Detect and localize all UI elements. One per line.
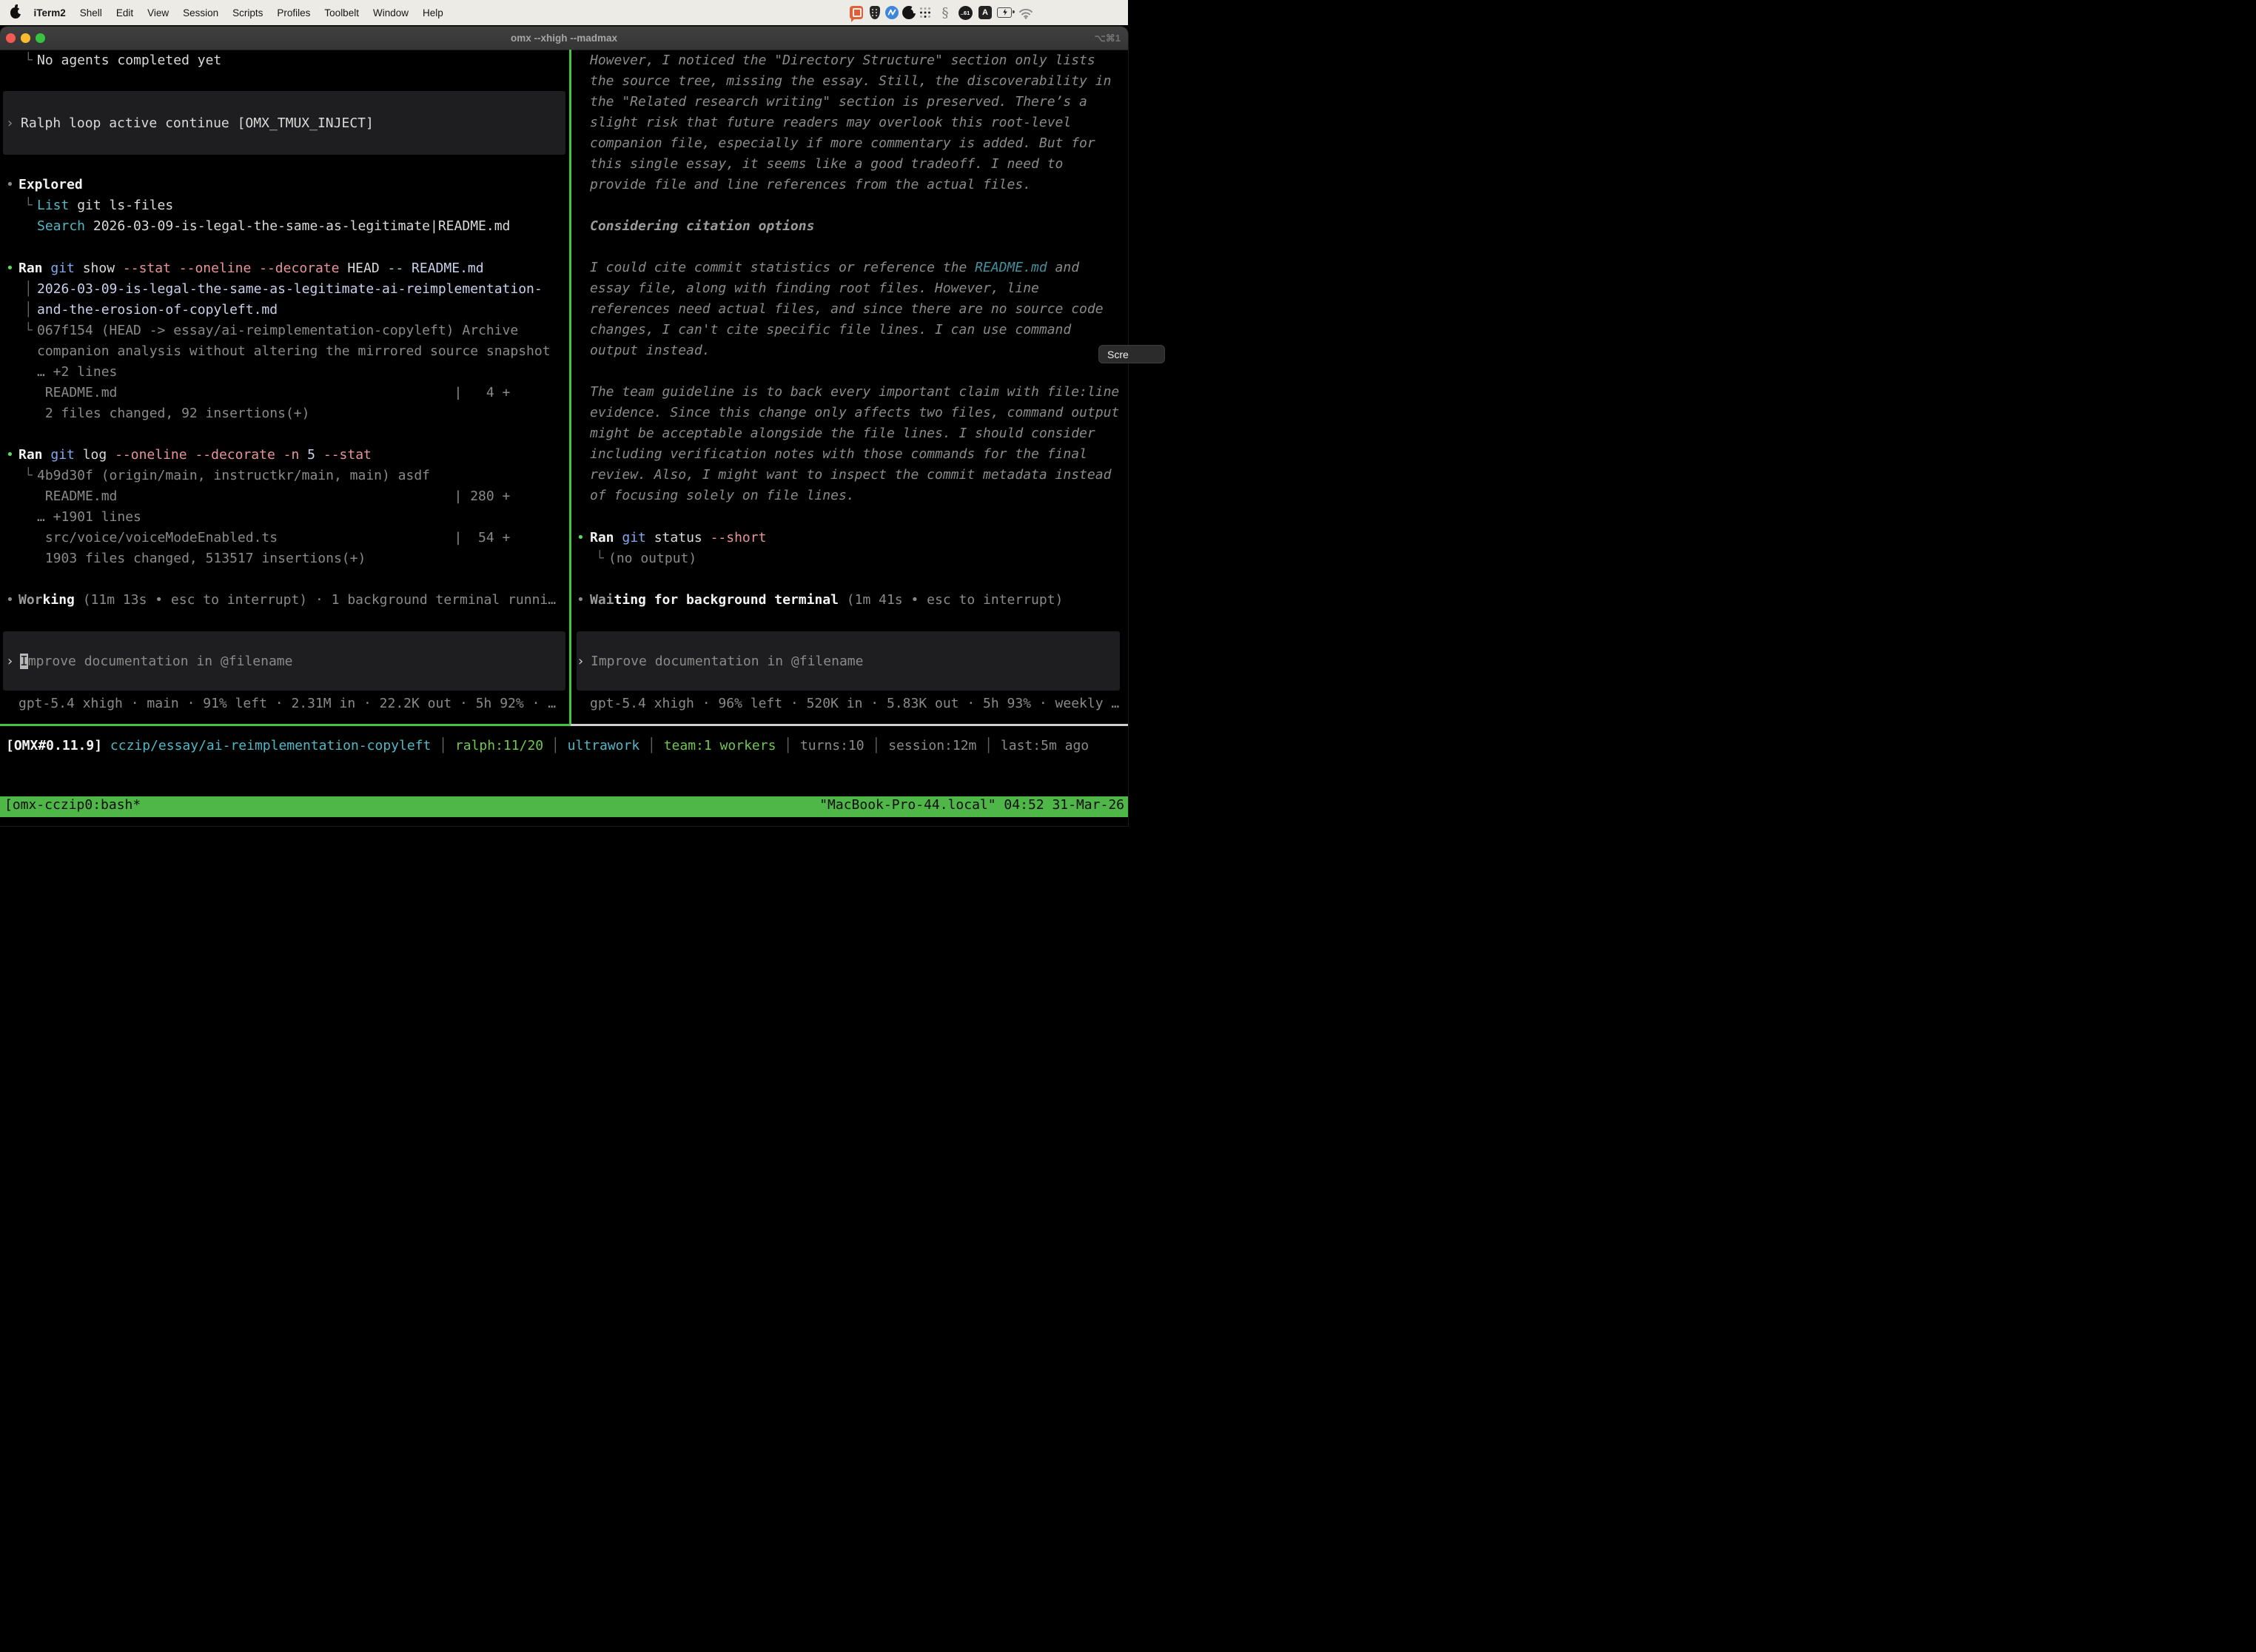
- apple-menu-icon[interactable]: [10, 7, 21, 19]
- menu-item-session[interactable]: Session: [176, 7, 226, 19]
- terminal-line: Ralph loop active continue [OMX_TMUX_INJ…: [21, 113, 374, 134]
- terminal-line: 067f154 (HEAD -> essay/ai-reimplementati…: [37, 320, 518, 341]
- shield-icon[interactable]: [867, 5, 882, 20]
- terminal-line: output instead.: [590, 340, 711, 361]
- prompt-input-right: ›: [577, 651, 585, 672]
- terminal-line: •: [577, 528, 585, 548]
- menu-item-toolbelt[interactable]: Toolbelt: [318, 7, 366, 19]
- menu-item-scripts[interactable]: Scripts: [226, 7, 270, 19]
- terminal-line: (no output): [608, 548, 696, 569]
- terminal-line: references need actual files, and since …: [590, 299, 1104, 320]
- chat-app-icon[interactable]: [849, 5, 864, 20]
- terminal-line: However, I noticed the "Directory Struct…: [590, 50, 1095, 71]
- terminal-line: and-the-erosion-of-copyleft.md: [37, 300, 278, 320]
- menu-item-help[interactable]: Help: [415, 7, 450, 19]
- terminal-line: Explored: [19, 175, 83, 195]
- terminal-line: including verification notes with those …: [590, 444, 1087, 465]
- pie-chart-icon[interactable]: [902, 5, 916, 20]
- terminal-line: … +1901 lines: [37, 507, 141, 528]
- terminal-line: └: [596, 548, 604, 569]
- battery-percent-icon[interactable]: ..61: [958, 5, 973, 20]
- terminal-line: 2 files changed, 92 insertions(+): [37, 403, 309, 424]
- prompt-input-left: Improve documentation in @filename: [20, 651, 292, 672]
- terminal-line: the "Related research writing" section i…: [590, 92, 1087, 113]
- menu-item-shell[interactable]: Shell: [73, 7, 109, 19]
- terminal-line: review. Also, I might want to inspect th…: [590, 465, 1111, 486]
- terminal-line: └: [24, 320, 33, 341]
- pane-border-bottom-left: [0, 724, 571, 726]
- menu-item-iterm2[interactable]: iTerm2: [27, 7, 73, 19]
- section-icon[interactable]: §: [938, 5, 953, 20]
- tmux-host-clock: "MacBook-Pro-44.local" 04:52 31-Mar-26: [819, 797, 1124, 813]
- terminal-line: changes, I can't cite specific file line…: [590, 320, 1071, 340]
- prompt-input-right: Improve documentation in @filename: [591, 651, 863, 672]
- terminal-content: └No agents completed yet›Ralph loop acti…: [0, 0, 1128, 826]
- dots-grid-icon[interactable]: [918, 5, 933, 20]
- terminal-line: essay file, along with finding root file…: [590, 278, 1039, 299]
- terminal-line: [OMX#0.11.9] cczip/essay/ai-reimplementa…: [6, 736, 1089, 756]
- tmux-status-bar: [omx-cczip0:bash* "MacBook-Pro-44.local"…: [0, 796, 1128, 817]
- terminal-line: Working (11m 13s • esc to interrupt) · 1…: [19, 590, 556, 611]
- terminal-line: •: [577, 590, 585, 611]
- terminal-line: •: [6, 590, 14, 611]
- terminal-line: evidence. Since this change only affects…: [590, 403, 1119, 423]
- screen-tooltip-label: Scre: [1107, 349, 1129, 360]
- macos-menu-bar: iTerm2ShellEditViewSessionScriptsProfile…: [0, 0, 1128, 25]
- terminal-line: might be acceptable alongside the file l…: [590, 423, 1095, 444]
- terminal-line: this single essay, it seems like a good …: [590, 154, 1063, 175]
- terminal-line: companion file, especially if more comme…: [590, 133, 1095, 154]
- terminal-line: slight risk that future readers may over…: [590, 113, 1071, 133]
- hexagon-bolt-icon[interactable]: [884, 5, 899, 20]
- terminal-line: •: [6, 445, 14, 466]
- terminal-line: provide file and line references from th…: [590, 175, 1031, 195]
- menu-items: iTerm2ShellEditViewSessionScriptsProfile…: [27, 7, 450, 19]
- terminal-line: ›: [6, 113, 14, 134]
- screen: { "menubar": { "items": ["iTerm2", "Shel…: [0, 0, 1128, 826]
- terminal-line: •: [6, 258, 14, 279]
- terminal-line: └: [24, 195, 33, 216]
- terminal-line: I could cite commit statistics or refere…: [590, 258, 1079, 278]
- terminal-line: Ran git log --oneline --decorate -n 5 --…: [19, 445, 372, 466]
- terminal-line: Search 2026-03-09-is-legal-the-same-as-l…: [37, 216, 510, 237]
- terminal-line: 4b9d30f (origin/main, instructkr/main, m…: [37, 466, 430, 486]
- terminal-line: No agents completed yet: [37, 50, 221, 71]
- menu-item-view[interactable]: View: [141, 7, 176, 19]
- terminal-line: └: [24, 466, 33, 486]
- prompt-input-left: ›: [6, 651, 14, 672]
- terminal-line: Ran git show --stat --oneline --decorate…: [19, 258, 484, 279]
- session-status-left: gpt-5.4 xhigh · main · 91% left · 2.31M …: [19, 694, 556, 714]
- screen-tooltip: Scre: [1098, 345, 1165, 363]
- input-source-icon[interactable]: A: [978, 5, 993, 20]
- pane-border-bottom-right: [571, 724, 1128, 726]
- terminal-line: │: [24, 279, 33, 300]
- terminal-line: Waiting for background terminal (1m 41s …: [590, 590, 1063, 611]
- menu-item-window[interactable]: Window: [366, 7, 415, 19]
- terminal-line: the source tree, missing the essay. Stil…: [590, 71, 1111, 92]
- terminal-line: The team guideline is to back every impo…: [590, 382, 1119, 403]
- session-status-right: gpt-5.4 xhigh · 96% left · 520K in · 5.8…: [590, 694, 1119, 714]
- terminal-line: Ran git status --short: [590, 528, 766, 548]
- menu-item-edit[interactable]: Edit: [109, 7, 140, 19]
- terminal-line: README.md | 280 +: [37, 486, 510, 507]
- terminal-line: 1903 files changed, 513517 insertions(+): [37, 548, 366, 569]
- tmux-session-label: [omx-cczip0:bash*: [4, 797, 141, 813]
- menu-item-profiles[interactable]: Profiles: [270, 7, 318, 19]
- terminal-line: … +2 lines: [37, 362, 117, 383]
- terminal-line: •: [6, 175, 14, 195]
- wifi-icon[interactable]: [1018, 5, 1033, 20]
- terminal-line: companion analysis without altering the …: [37, 341, 551, 362]
- terminal-line: of focusing solely on file lines.: [590, 486, 855, 506]
- terminal-line: README.md | 4 +: [37, 383, 510, 403]
- terminal-line: │: [24, 300, 33, 320]
- thinking-heading: Considering citation options: [590, 216, 814, 237]
- pane-divider[interactable]: [569, 50, 571, 724]
- battery-icon[interactable]: [997, 5, 1012, 20]
- terminal-line: src/voice/voiceModeEnabled.ts | 54 +: [37, 528, 510, 548]
- terminal-line: List git ls-files: [37, 195, 173, 216]
- terminal-line: └: [24, 50, 33, 71]
- terminal-line: 2026-03-09-is-legal-the-same-as-legitima…: [37, 279, 543, 300]
